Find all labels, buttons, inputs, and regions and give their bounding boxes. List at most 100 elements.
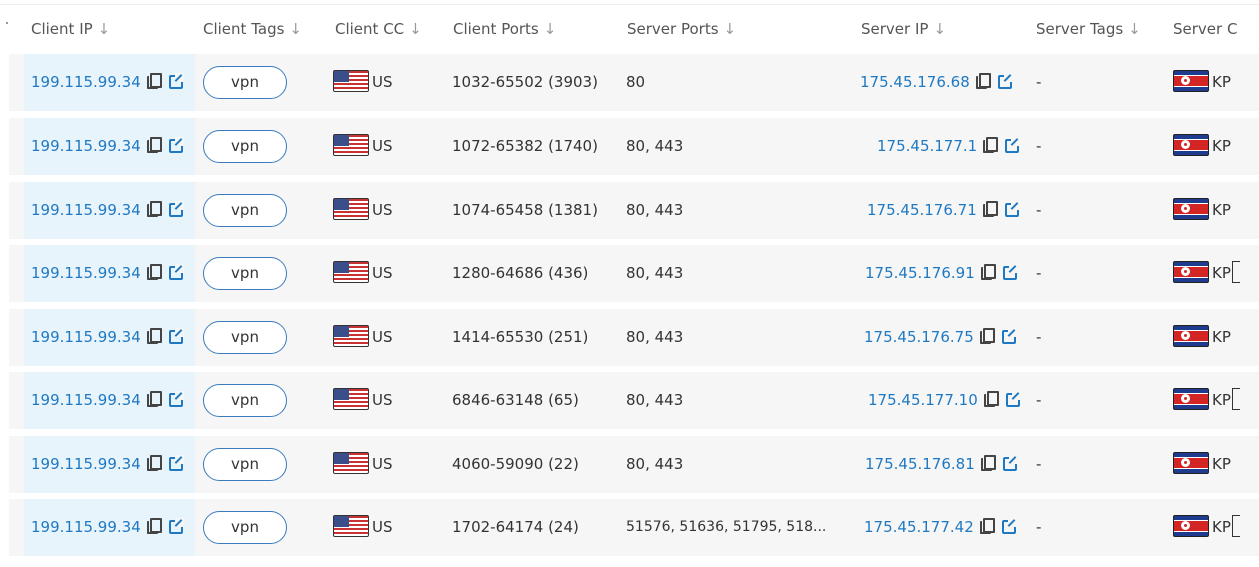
table-row[interactable]: 199.115.99.34 vpn US 1414-65530 (251) 80…: [9, 309, 1259, 366]
copy-icon[interactable]: [146, 518, 162, 534]
client-ip-link[interactable]: 199.115.99.34: [31, 137, 141, 155]
sort-arrow-icon[interactable]: ↓: [544, 20, 557, 38]
client-ip-link[interactable]: 199.115.99.34: [31, 455, 141, 473]
client-tag-badge[interactable]: vpn: [203, 194, 287, 227]
column-header-client-ip[interactable]: Client IP ↓: [31, 6, 110, 52]
column-header-server-cc[interactable]: Server C: [1173, 6, 1237, 52]
table-row[interactable]: 199.115.99.34 vpn US 1074-65458 (1381) 8…: [9, 182, 1259, 239]
column-header-client-cc[interactable]: Client CC ↓: [335, 6, 422, 52]
table-row[interactable]: 199.115.99.34 vpn US 1032-65502 (3903) 8…: [9, 54, 1259, 111]
server-ip-link[interactable]: 175.45.177.1: [877, 137, 977, 155]
server-ip-link[interactable]: 175.45.177.42: [864, 518, 974, 536]
external-link-icon[interactable]: [168, 73, 184, 89]
copy-icon[interactable]: [146, 328, 162, 344]
external-link-icon[interactable]: [168, 518, 184, 534]
server-cc-text: KP: [1212, 391, 1231, 409]
kp-flag-icon: [1173, 261, 1209, 283]
external-link-icon[interactable]: [1005, 137, 1021, 153]
server-ip-link[interactable]: 175.45.176.68: [860, 73, 970, 91]
kp-flag-icon: [1173, 388, 1209, 410]
server-tags-cell: -: [1036, 518, 1042, 536]
external-link-icon[interactable]: [1005, 391, 1021, 407]
client-tag-badge[interactable]: vpn: [203, 448, 287, 481]
client-tag-badge[interactable]: vpn: [203, 130, 287, 163]
copy-icon[interactable]: [979, 518, 995, 534]
server-cc-text: KP: [1212, 518, 1231, 536]
external-link-icon[interactable]: [1001, 518, 1017, 534]
copy-icon[interactable]: [982, 201, 998, 217]
sort-arrow-icon[interactable]: ↓: [1128, 20, 1141, 38]
copy-icon[interactable]: [975, 73, 991, 89]
us-flag-icon: [333, 134, 369, 156]
truncated-cell-edge: [1231, 388, 1240, 410]
table-row[interactable]: 199.115.99.34 vpn US 1072-65382 (1740) 8…: [9, 118, 1259, 175]
sort-arrow-icon[interactable]: ↓: [289, 20, 302, 38]
client-cc-text: US: [372, 455, 393, 473]
server-ip-link[interactable]: 175.45.177.10: [868, 391, 978, 409]
copy-icon[interactable]: [980, 455, 996, 471]
client-ip-link[interactable]: 199.115.99.34: [31, 73, 141, 91]
server-ip-link[interactable]: 175.45.176.81: [865, 455, 975, 473]
client-ip-cell: 199.115.99.34: [31, 436, 184, 493]
server-ports-cell: 80, 443: [626, 201, 684, 219]
external-link-icon[interactable]: [168, 201, 184, 217]
client-ip-link[interactable]: 199.115.99.34: [31, 328, 141, 346]
header-top-border: [0, 4, 1259, 5]
external-link-icon[interactable]: [168, 455, 184, 471]
server-cc-cell: KP: [1173, 499, 1240, 556]
column-header-client-ports[interactable]: Client Ports ↓: [453, 6, 556, 52]
sort-arrow-icon[interactable]: ↓: [724, 20, 737, 38]
external-link-icon[interactable]: [1002, 455, 1018, 471]
client-tag-badge[interactable]: vpn: [203, 384, 287, 417]
external-link-icon[interactable]: [168, 328, 184, 344]
copy-icon[interactable]: [146, 264, 162, 280]
client-cc-cell: US: [333, 499, 393, 556]
table-row[interactable]: 199.115.99.34 vpn US 6846-63148 (65) 80,…: [9, 372, 1259, 429]
client-ip-cell: 199.115.99.34: [31, 309, 184, 366]
external-link-icon[interactable]: [168, 264, 184, 280]
client-tag-badge[interactable]: vpn: [203, 321, 287, 354]
copy-icon[interactable]: [146, 391, 162, 407]
client-tag-badge[interactable]: vpn: [203, 66, 287, 99]
client-ports-cell: 1280-64686 (436): [452, 264, 589, 282]
sort-arrow-icon[interactable]: ↓: [98, 20, 111, 38]
server-cc-cell: KP: [1173, 118, 1231, 175]
client-ports-cell: 6846-63148 (65): [452, 391, 579, 409]
us-flag-icon: [333, 70, 369, 92]
client-ip-link[interactable]: 199.115.99.34: [31, 391, 141, 409]
table-row[interactable]: 199.115.99.34 vpn US 1702-64174 (24) 515…: [9, 499, 1259, 556]
copy-icon[interactable]: [146, 455, 162, 471]
client-ip-link[interactable]: 199.115.99.34: [31, 518, 141, 536]
table-row[interactable]: 199.115.99.34 vpn US 4060-59090 (22) 80,…: [9, 436, 1259, 493]
column-header-server-ip[interactable]: Server IP ↓: [861, 6, 946, 52]
copy-icon[interactable]: [983, 137, 999, 153]
copy-icon[interactable]: [979, 328, 995, 344]
server-ip-cell: 175.45.176.68: [860, 54, 1013, 111]
column-header-server-ports[interactable]: Server Ports ↓: [627, 6, 736, 52]
server-ip-link[interactable]: 175.45.176.91: [865, 264, 975, 282]
external-link-icon[interactable]: [168, 137, 184, 153]
external-link-icon[interactable]: [1004, 201, 1020, 217]
sort-arrow-icon[interactable]: ↓: [933, 20, 946, 38]
copy-icon[interactable]: [146, 201, 162, 217]
external-link-icon[interactable]: [1002, 264, 1018, 280]
external-link-icon[interactable]: [168, 391, 184, 407]
copy-icon[interactable]: [146, 73, 162, 89]
client-tag-badge[interactable]: vpn: [203, 511, 287, 544]
client-ip-cell: 199.115.99.34: [31, 372, 184, 429]
column-header-server-tags[interactable]: Server Tags ↓: [1036, 6, 1141, 52]
client-tag-badge[interactable]: vpn: [203, 257, 287, 290]
external-link-icon[interactable]: [997, 73, 1013, 89]
client-ip-link[interactable]: 199.115.99.34: [31, 201, 141, 219]
sort-arrow-icon[interactable]: ↓: [409, 20, 422, 38]
column-header-client-tags[interactable]: Client Tags ↓: [203, 6, 302, 52]
server-ip-cell: 175.45.177.1: [877, 118, 1021, 175]
external-link-icon[interactable]: [1001, 328, 1017, 344]
copy-icon[interactable]: [146, 137, 162, 153]
copy-icon[interactable]: [983, 391, 999, 407]
server-ip-link[interactable]: 175.45.176.71: [867, 201, 977, 219]
table-row[interactable]: 199.115.99.34 vpn US 1280-64686 (436) 80…: [9, 245, 1259, 302]
server-ip-link[interactable]: 175.45.176.75: [864, 328, 974, 346]
copy-icon[interactable]: [980, 264, 996, 280]
client-ip-link[interactable]: 199.115.99.34: [31, 264, 141, 282]
